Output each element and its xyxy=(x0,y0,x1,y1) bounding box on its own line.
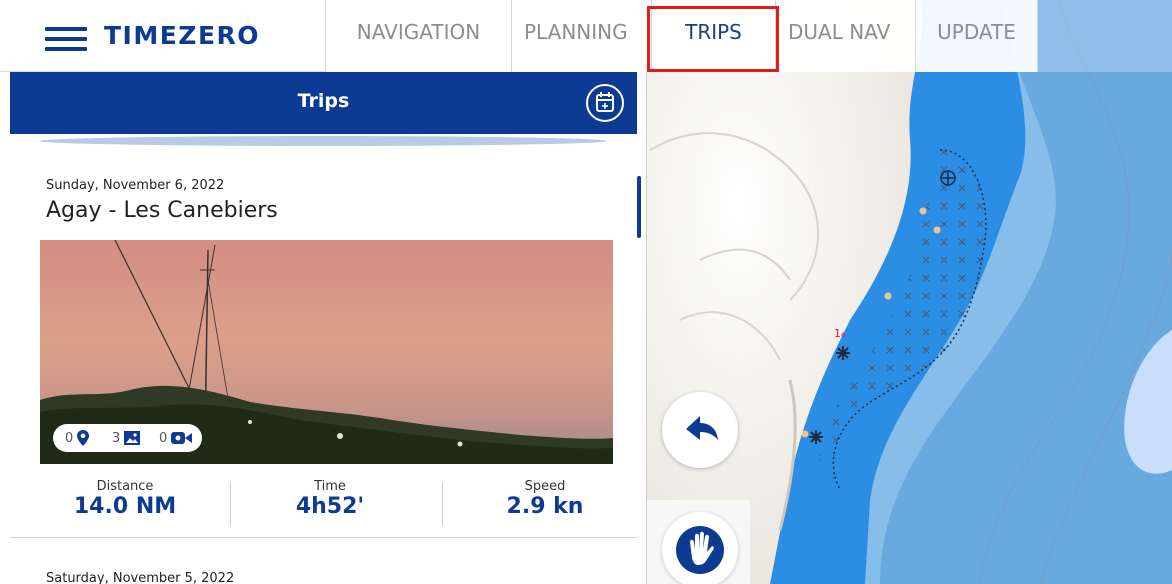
tab-update[interactable]: UPDATE xyxy=(915,0,1037,72)
pan-tool-button[interactable] xyxy=(662,512,738,584)
tab-bar-filler xyxy=(1037,0,1172,72)
trip-date: Saturday, November 5, 2022 xyxy=(46,571,235,584)
location-pin-icon xyxy=(77,430,90,446)
panel-title: Trips xyxy=(297,90,350,112)
stat-distance: Distance 14.0 NM xyxy=(60,479,190,519)
app-logo-text: TIMEZERO xyxy=(104,21,261,50)
tab-trips[interactable]: TRIPS xyxy=(651,0,775,72)
hand-icon xyxy=(676,526,724,574)
calendar-icon xyxy=(596,92,614,112)
stat-label: Distance xyxy=(96,479,154,494)
tab-planning[interactable]: PLANNING xyxy=(511,0,651,72)
top-navigation-bar: TIMEZERO NAVIGATION PLANNING TRIPS DUAL … xyxy=(0,0,1172,72)
brand-area: TIMEZERO xyxy=(0,0,325,72)
photo-count: 3 xyxy=(112,424,141,452)
video-icon xyxy=(171,432,193,444)
stat-value: 4h52' xyxy=(295,494,365,519)
trip-separator xyxy=(10,537,637,538)
back-button[interactable] xyxy=(662,392,738,468)
trip-title[interactable]: Agay - Les Canebiers xyxy=(46,198,278,223)
back-arrow-icon xyxy=(686,416,718,440)
video-count: 0 xyxy=(159,424,194,452)
panel-header: Trips xyxy=(10,72,637,134)
stat-value: 14.0 NM xyxy=(73,494,177,519)
depth-marker: 1₆ xyxy=(834,327,846,340)
anchor-mark xyxy=(940,170,956,186)
stat-divider xyxy=(230,482,231,526)
stat-speed: Speed 2.9 kn xyxy=(480,479,610,519)
map-point xyxy=(884,292,892,300)
stat-divider xyxy=(442,482,443,526)
header-shadow xyxy=(40,136,607,146)
tab-dual-nav[interactable]: DUAL NAV xyxy=(775,0,915,72)
stat-label: Time xyxy=(314,479,346,494)
tab-navigation[interactable]: NAVIGATION xyxy=(325,0,511,72)
stat-label: Speed xyxy=(524,479,566,494)
waypoint-count: 0 xyxy=(65,424,90,452)
panel-scrollbar[interactable] xyxy=(637,176,641,238)
map-point xyxy=(919,207,927,215)
menu-icon[interactable] xyxy=(45,27,87,51)
calendar-button[interactable] xyxy=(586,84,624,122)
photo-icon xyxy=(124,431,141,445)
trips-panel: Trips Sunday, November 6, 2022 Agay - Le… xyxy=(0,72,647,584)
trip-date: Sunday, November 6, 2022 xyxy=(46,178,225,193)
map-point xyxy=(801,430,809,438)
trip-media-counts: 0 3 0 xyxy=(53,424,202,452)
stat-time: Time 4h52' xyxy=(250,479,410,519)
stat-value: 2.9 kn xyxy=(506,494,584,519)
map-point xyxy=(933,226,941,234)
